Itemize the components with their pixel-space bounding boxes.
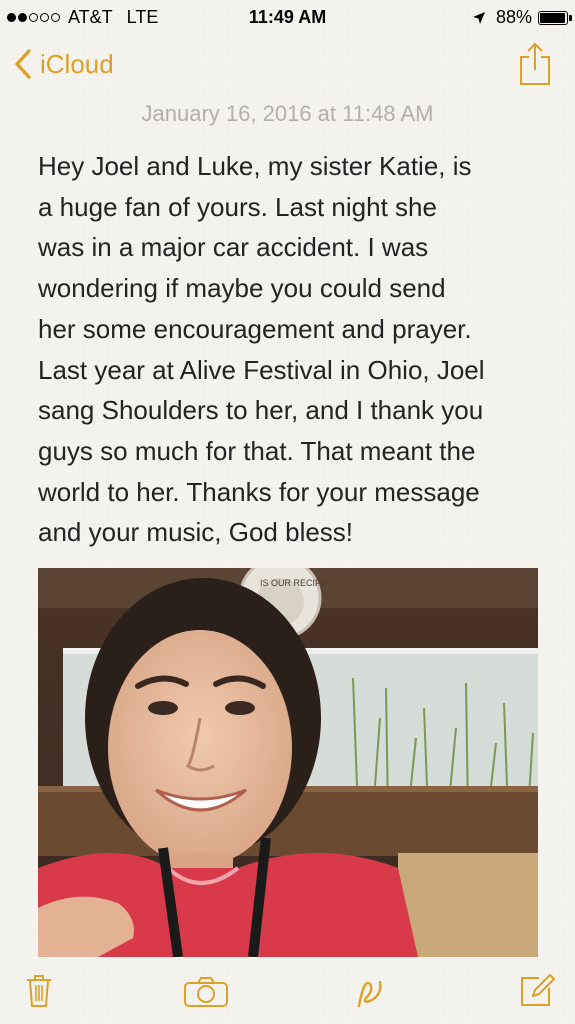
note-line: sang Shoulders to her, and I thank you [38, 395, 484, 426]
back-button[interactable]: iCloud [14, 48, 114, 80]
note-line: Last year at Alive Festival in Ohio, Joe… [38, 354, 485, 385]
note-line: her some encouragement and prayer. [38, 313, 472, 344]
battery-percent: 88% [495, 7, 532, 27]
camera-button[interactable] [183, 976, 229, 1013]
note-body[interactable]: Hey Joel and Luke, my sister Katie, is a… [38, 146, 548, 553]
trash-button[interactable] [25, 972, 53, 1013]
compose-icon [521, 974, 555, 1006]
photo-image: IS OUR RECIPE [38, 568, 538, 957]
face [108, 630, 292, 866]
compose-button[interactable] [519, 972, 555, 1013]
status-right: 88% [472, 7, 572, 28]
note-date: January 16, 2016 at 11:48 AM [141, 101, 434, 126]
back-label: iCloud [40, 48, 114, 79]
sketch-button[interactable] [356, 974, 386, 1015]
note-line: wondering if maybe you could send [38, 273, 446, 304]
bottom-toolbar [0, 962, 575, 1024]
status-bar: AT&T LTE 11:49 AM 88% [0, 0, 575, 34]
note-line: and your music, God bless! [38, 517, 354, 548]
share-button[interactable] [519, 42, 551, 91]
nav-bar: iCloud [0, 40, 575, 92]
note-line: world to her. Thanks for your message [38, 476, 480, 507]
note-line: guys so much for that. That meant the [38, 435, 476, 466]
photo-attachment[interactable]: IS OUR RECIPE [38, 568, 538, 957]
sign-text: IS OUR RECIPE [260, 578, 327, 588]
trash-icon [27, 975, 51, 1007]
camera-icon [184, 977, 228, 1007]
note-line: was in a major car accident. I was [38, 232, 429, 263]
sketch-icon [357, 980, 382, 1008]
battery-icon [538, 10, 572, 25]
location-arrow-icon [472, 11, 485, 24]
note-line: a huge fan of yours. Last night she [38, 191, 437, 222]
note-line: Hey Joel and Luke, my sister Katie, is [38, 151, 472, 181]
chevron-left-icon [15, 49, 31, 79]
share-icon [520, 43, 550, 85]
